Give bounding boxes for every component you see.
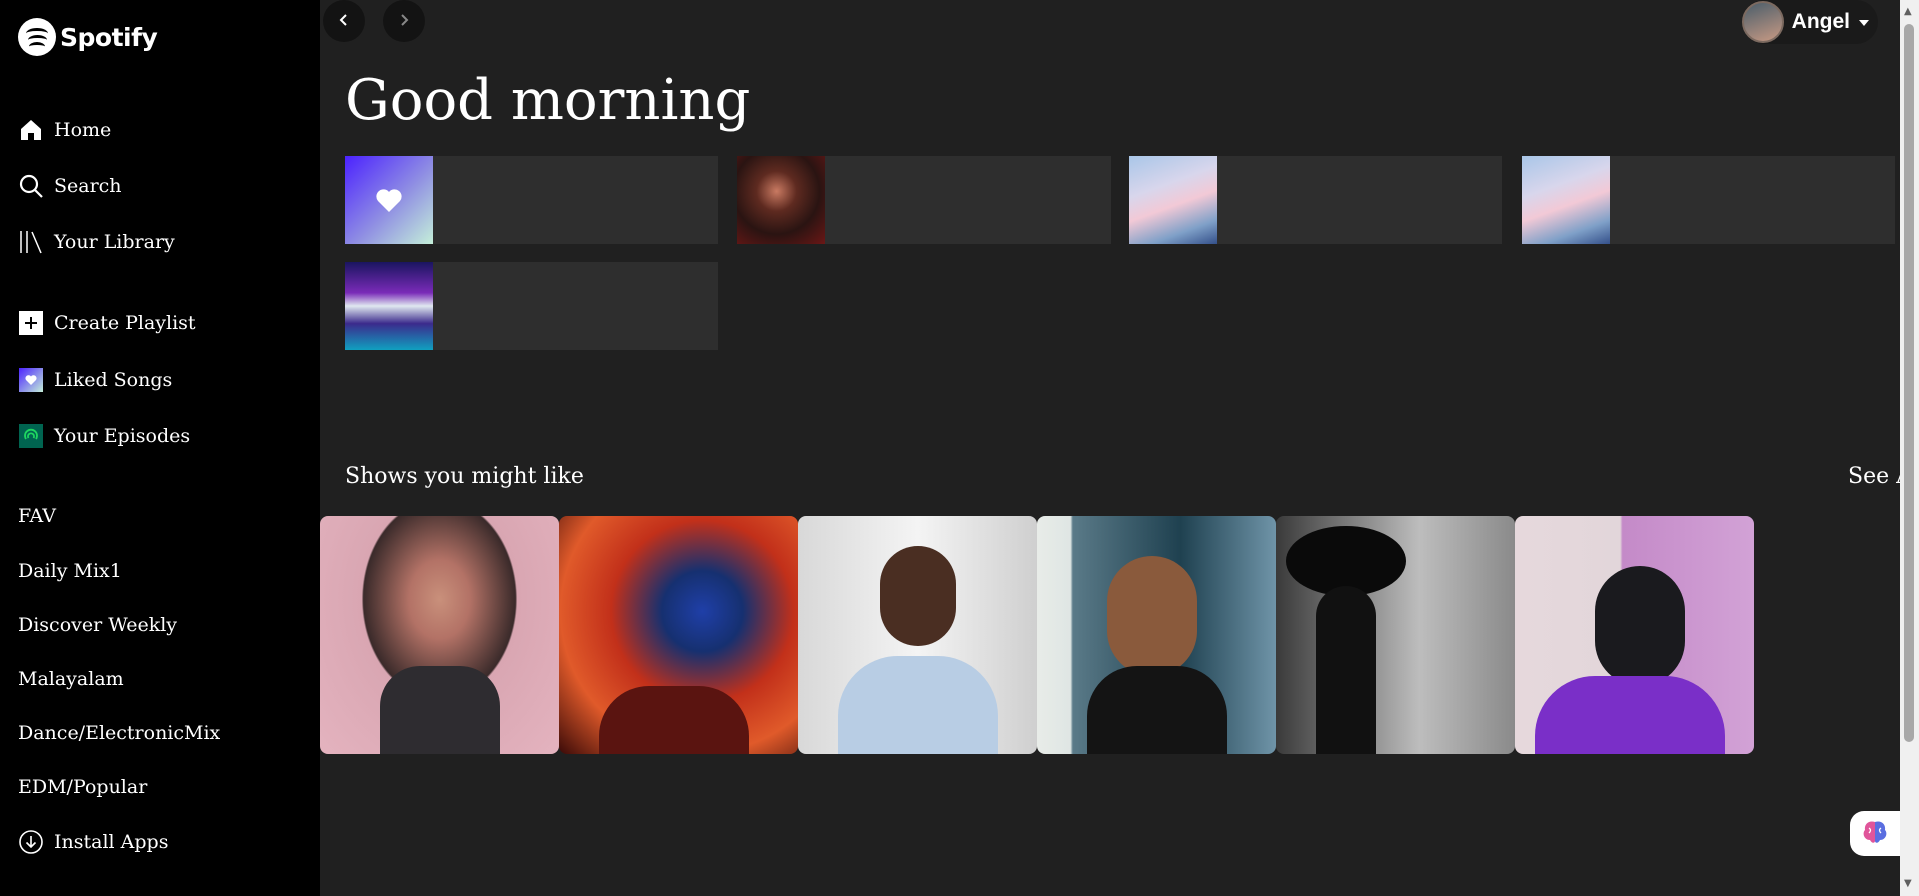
sidebar-item-home[interactable]: Home xyxy=(18,117,111,143)
scroll-up-icon[interactable]: ▲ xyxy=(1904,6,1912,17)
plus-icon xyxy=(18,310,44,336)
scroll-down-icon[interactable]: ▼ xyxy=(1904,878,1912,889)
playlist-item[interactable]: EDM/Popular xyxy=(18,776,147,798)
install-apps-label: Install Apps xyxy=(54,831,169,853)
kda-group-art xyxy=(1129,156,1217,244)
show-card[interactable] xyxy=(559,516,798,754)
back-button[interactable] xyxy=(323,0,365,42)
sidebar-item-label: Search xyxy=(54,175,122,197)
sidebar-item-search[interactable]: Search xyxy=(18,173,122,199)
home-icon xyxy=(18,117,44,143)
user-name: Angel xyxy=(1791,10,1850,33)
forward-button[interactable] xyxy=(383,0,425,42)
show-card[interactable] xyxy=(320,516,559,754)
bearded-man-photo xyxy=(380,666,500,754)
beach-woman-photo xyxy=(1107,556,1197,676)
create-playlist-button[interactable]: Create Playlist xyxy=(18,310,196,336)
your-episodes-link[interactable]: Your Episodes xyxy=(18,423,190,449)
assistant-button[interactable] xyxy=(1850,811,1900,856)
shortcut-tile[interactable] xyxy=(345,262,718,350)
page-title: Good morning xyxy=(345,68,751,133)
sidebar-item-library[interactable]: Your Library xyxy=(18,229,175,255)
install-apps-link[interactable]: Install Apps xyxy=(18,829,168,855)
sidebar: Spotify Home Search Your Library Create … xyxy=(0,0,320,896)
search-icon xyxy=(18,173,44,199)
create-playlist-label: Create Playlist xyxy=(54,312,196,334)
playlist-item[interactable]: Malayalam xyxy=(18,668,124,690)
avatar xyxy=(1741,1,1784,43)
download-icon xyxy=(18,829,44,855)
kda-group-art xyxy=(1522,156,1610,244)
user-menu-button[interactable]: Angel xyxy=(1741,0,1878,44)
chevron-right-icon xyxy=(397,12,411,31)
playlist-item[interactable]: FAV xyxy=(18,505,56,527)
main-content: Angel Good morning Shows you might like … xyxy=(320,0,1910,896)
section-title: Shows you might like xyxy=(345,464,584,489)
heart-icon xyxy=(18,367,44,393)
library-icon xyxy=(18,229,44,255)
blue-hair-woman-photo xyxy=(599,686,749,754)
playlist-item[interactable]: Daily Mix1 xyxy=(18,560,122,582)
page-scrollbar[interactable]: ▲ ▼ xyxy=(1900,0,1919,896)
chevron-left-icon xyxy=(337,12,351,31)
sidebar-item-label: Your Library xyxy=(54,231,175,253)
heart-icon xyxy=(375,187,403,217)
marshmello-art xyxy=(345,262,433,350)
show-card[interactable] xyxy=(798,516,1037,754)
caret-down-icon xyxy=(1858,10,1870,34)
brain-icon xyxy=(1861,819,1889,849)
artist-art xyxy=(737,156,825,244)
spotify-logo-icon xyxy=(18,18,56,56)
your-episodes-label: Your Episodes xyxy=(54,425,191,447)
sunglasses-woman-photo xyxy=(1595,566,1685,686)
scrollbar-thumb[interactable] xyxy=(1904,24,1914,742)
shortcut-tile[interactable] xyxy=(1129,156,1502,244)
spotify-logo[interactable]: Spotify xyxy=(18,18,158,56)
liked-songs-link[interactable]: Liked Songs xyxy=(18,367,172,393)
sidebar-item-label: Home xyxy=(54,119,112,141)
spotify-logo-text: Spotify xyxy=(60,22,158,52)
playlist-item[interactable]: Discover Weekly xyxy=(18,614,177,636)
show-card[interactable] xyxy=(1276,516,1515,754)
show-card[interactable] xyxy=(1037,516,1276,754)
liked-songs-art xyxy=(345,156,433,244)
smiling-man-photo xyxy=(880,546,956,646)
shortcut-tile[interactable] xyxy=(345,156,718,244)
shortcut-tile[interactable] xyxy=(737,156,1111,244)
liked-songs-label: Liked Songs xyxy=(54,369,173,391)
show-card[interactable] xyxy=(1515,516,1754,754)
podcast-icon xyxy=(18,423,44,449)
shortcut-tile[interactable] xyxy=(1522,156,1895,244)
playlist-item[interactable]: Dance/ElectronicMix xyxy=(18,722,220,744)
